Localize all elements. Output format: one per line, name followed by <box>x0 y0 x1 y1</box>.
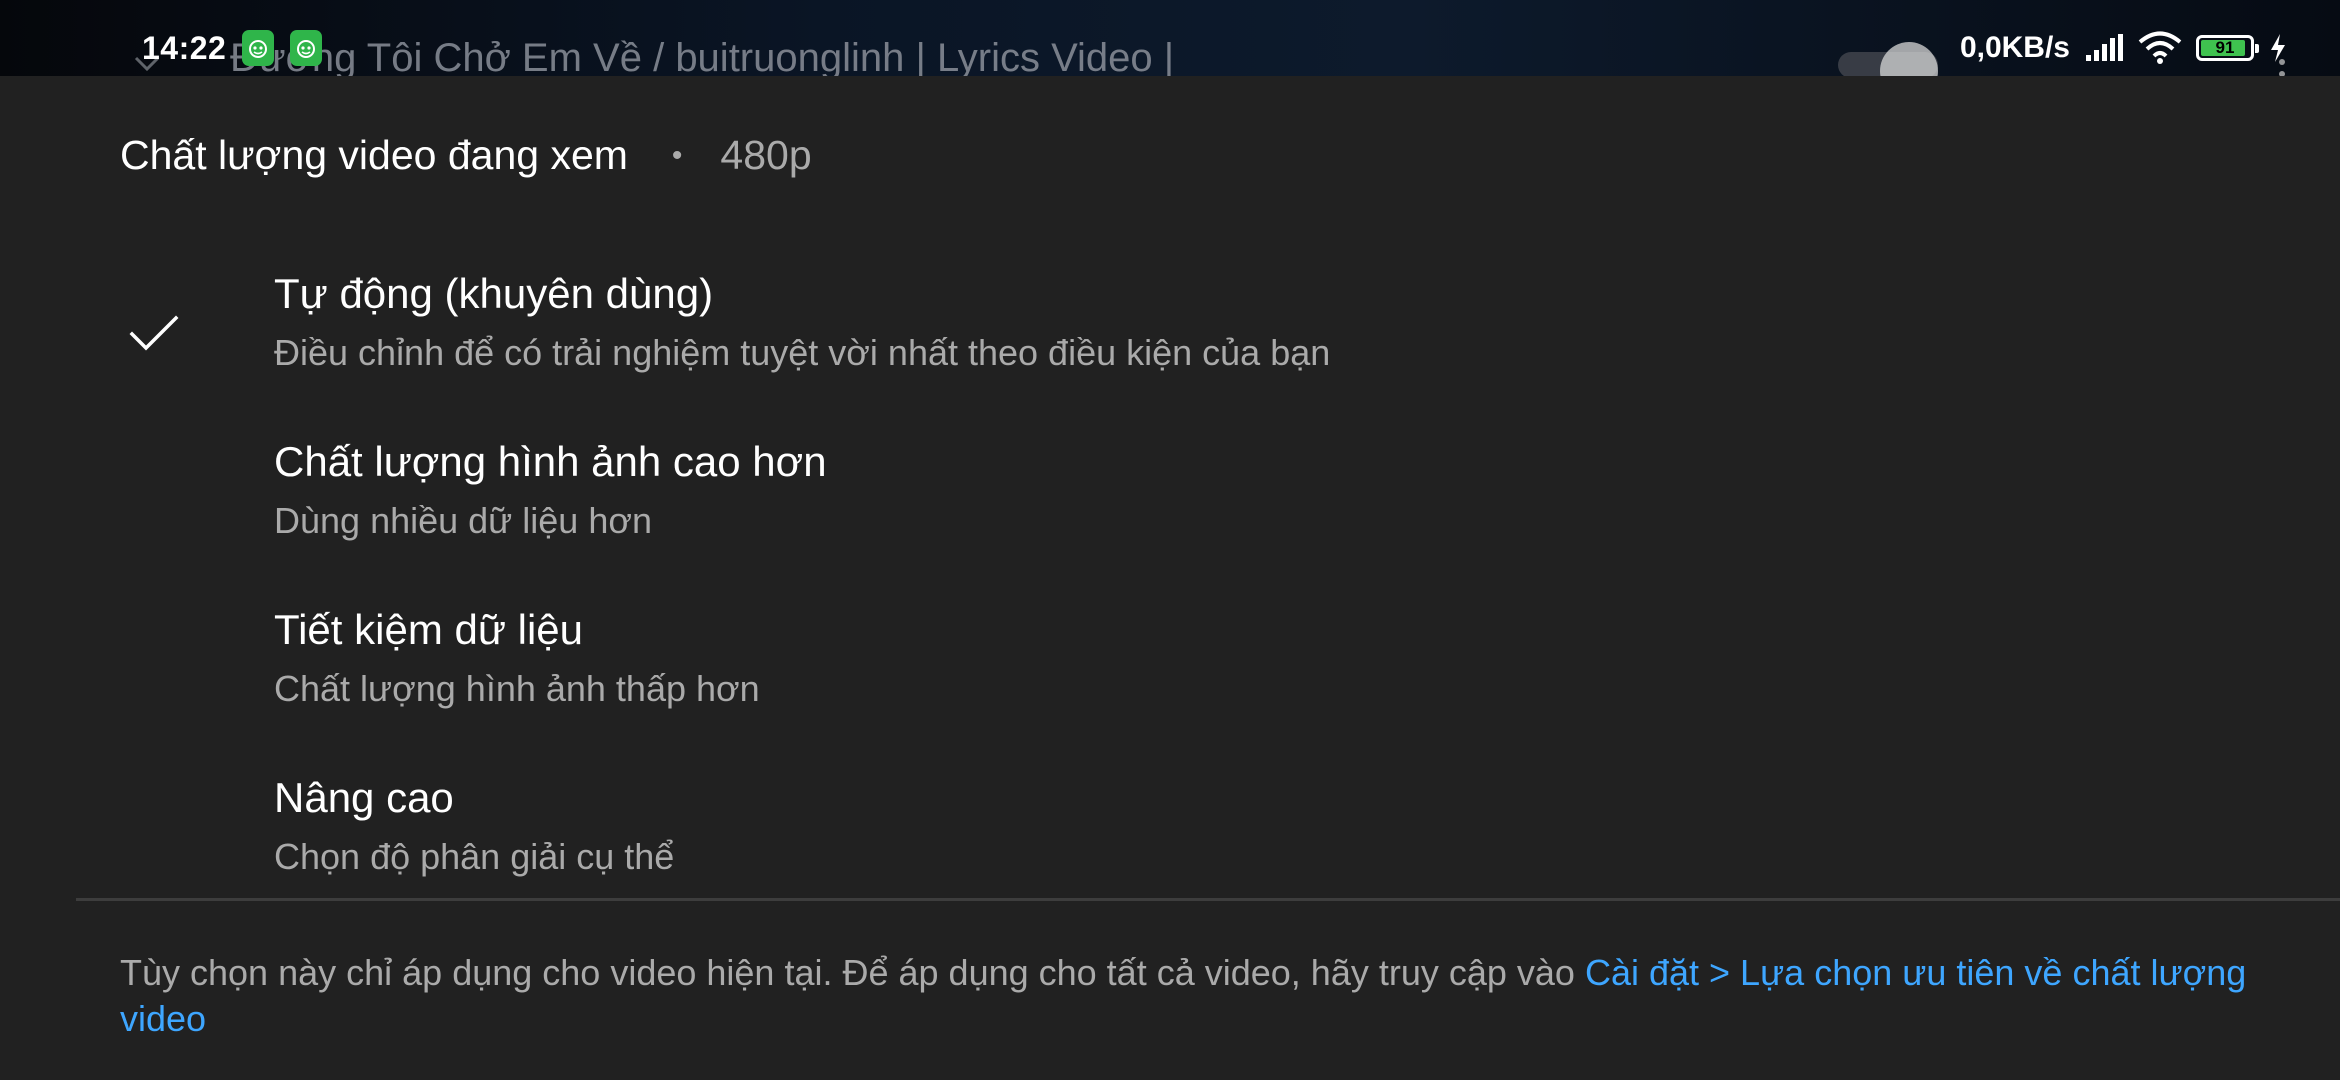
option-title: Chất lượng hình ảnh cao hơn <box>274 438 827 485</box>
footer-text: Tùy chọn này chỉ áp dụng cho video hiện … <box>120 952 1585 993</box>
quality-option-auto[interactable]: Tự động (khuyên dùng) Điều chỉnh để có t… <box>0 254 2340 422</box>
quality-option-data-saver[interactable]: Tiết kiệm dữ liệu Chất lượng hình ảnh th… <box>0 590 2340 758</box>
battery-icon: 91 <box>2196 35 2259 61</box>
video-quality-sheet: Chất lượng video đang xem • 480p Tự động… <box>0 76 2340 1080</box>
check-icon <box>129 315 179 351</box>
sheet-title: Chất lượng video đang xem <box>120 132 628 178</box>
header-separator: • <box>671 138 683 172</box>
option-title: Nâng cao <box>274 774 454 821</box>
status-bar-left: 14:22 <box>142 26 323 70</box>
battery-level: 91 <box>2215 38 2235 57</box>
quality-option-higher[interactable]: Chất lượng hình ảnh cao hơn Dùng nhiều d… <box>0 422 2340 590</box>
option-title: Tiết kiệm dữ liệu <box>274 606 583 653</box>
status-time: 14:22 <box>142 29 227 66</box>
divider <box>76 898 2340 901</box>
footer-note: Tùy chọn này chỉ áp dụng cho video hiện … <box>120 950 2280 1042</box>
signal-icon <box>2086 34 2123 61</box>
notification-app-icon <box>242 30 275 66</box>
notification-app-icon <box>290 30 323 66</box>
option-description: Điều chỉnh để có trải nghiệm tuyệt vời n… <box>274 332 1331 373</box>
charging-icon <box>2271 34 2285 62</box>
option-description: Chất lượng hình ảnh thấp hơn <box>274 668 760 709</box>
option-description: Dùng nhiều dữ liệu hơn <box>274 500 652 541</box>
battery-cap <box>2255 44 2259 53</box>
option-description: Chọn độ phân giải cụ thể <box>274 836 675 877</box>
status-bar-right: 0,0KB/s 91 <box>1960 26 2288 70</box>
background-video-title: Đường Tôi Chở Em Về / buitruonglinh | Ly… <box>230 36 1175 80</box>
option-title: Tự động (khuyên dùng) <box>274 270 714 317</box>
screen: Đường Tôi Chở Em Về / buitruonglinh | Ly… <box>0 0 2340 1080</box>
sheet-header: Chất lượng video đang xem • 480p <box>120 132 812 179</box>
wifi-icon <box>2138 31 2182 64</box>
network-speed: 0,0KB/s <box>1959 31 2070 64</box>
current-quality: 480p <box>720 132 812 178</box>
